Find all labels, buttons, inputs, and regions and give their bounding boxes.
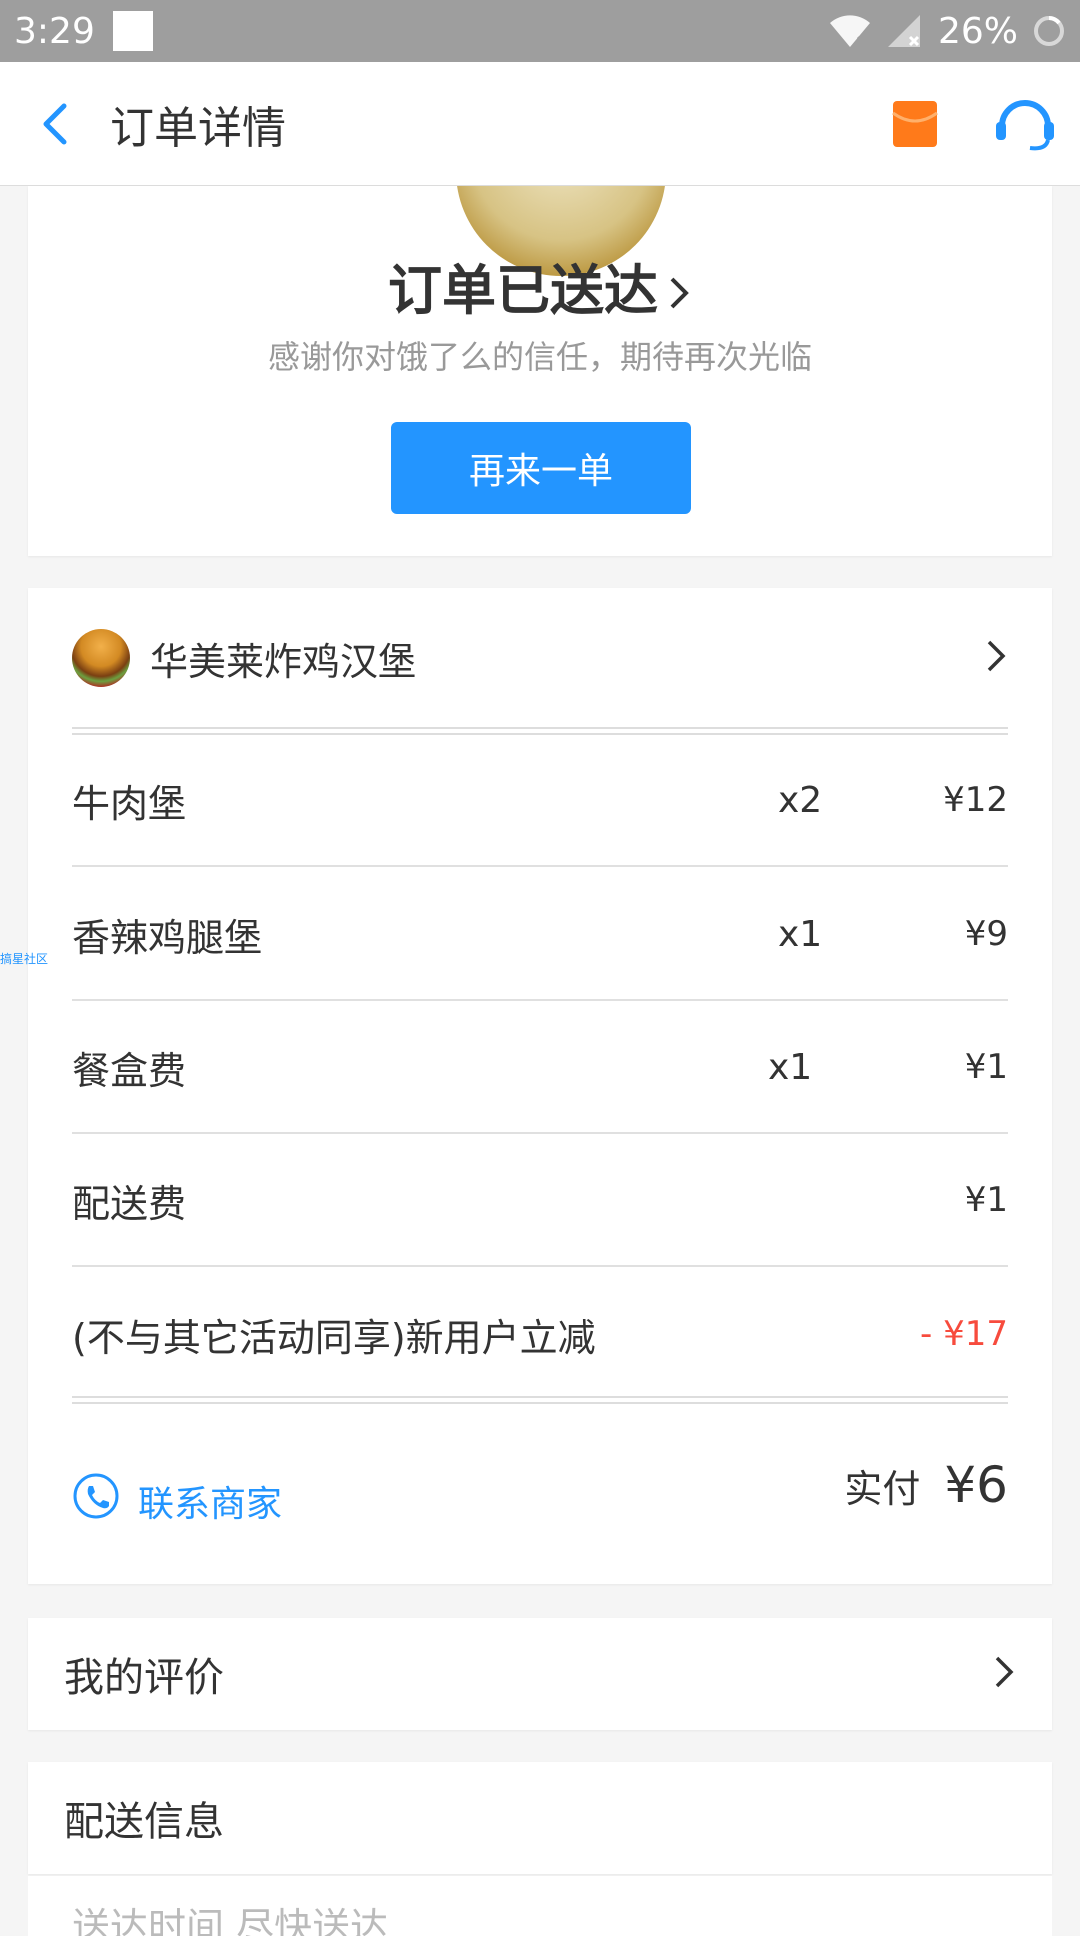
item-name: 餐盒费	[72, 1048, 187, 1093]
order-item-row: 配送费 ¥1	[72, 1135, 1008, 1267]
phone-icon	[72, 1472, 120, 1529]
item-price: ¥1	[964, 1047, 1008, 1087]
order-detail-card: 华美莱炸鸡汉堡 牛肉堡 x2 ¥12 香辣鸡腿堡 x1 ¥9 餐盒费 x1 ¥1…	[28, 588, 1052, 1584]
my-review-label: 我的评价	[64, 1655, 224, 1701]
paid-amount: ¥6	[944, 1456, 1008, 1514]
item-quantity: x2	[778, 779, 823, 821]
watermark-text: 搞星社区	[0, 952, 49, 966]
chevron-right-icon	[666, 263, 692, 326]
notification-icon	[112, 11, 153, 51]
item-name: 牛肉堡	[72, 781, 187, 826]
reorder-button[interactable]: 再来一单	[391, 422, 691, 514]
battery-icon	[1032, 14, 1066, 48]
page-title: 订单详情	[110, 102, 286, 154]
chevron-right-icon	[992, 1653, 1016, 1695]
item-quantity: x1	[778, 913, 823, 955]
order-item-row: 餐盒费 x1 ¥1	[72, 1002, 1008, 1134]
back-arrow-icon	[43, 103, 67, 144]
divider	[72, 727, 1008, 735]
wifi-icon	[828, 13, 872, 49]
order-status-subtitle: 感谢你对饿了么的信任，期待再次光临	[267, 338, 812, 376]
my-review-row[interactable]: 我的评价	[28, 1618, 1052, 1730]
discount-price: - ¥17	[920, 1314, 1008, 1354]
order-item-row: (不与其它活动同享)新用户立减 - ¥17	[72, 1268, 1008, 1400]
status-time: 3:29	[14, 10, 95, 52]
order-status-text: 订单已送达	[388, 259, 658, 322]
delivery-info-header: 配送信息	[28, 1762, 1052, 1874]
back-button[interactable]	[0, 62, 110, 186]
status-bar: 3:29 26%	[0, 0, 1080, 62]
item-name: 香辣鸡腿堡	[72, 915, 263, 960]
item-price: ¥12	[943, 780, 1008, 820]
order-item-row: 香辣鸡腿堡 x1 ¥9	[72, 869, 1008, 1001]
delivery-time-row: 送达时间 尽快送达	[28, 1876, 1052, 1936]
item-name: (不与其它活动同享)新用户立减	[72, 1315, 596, 1360]
contact-merchant-button[interactable]: 联系商家	[72, 1472, 282, 1529]
item-price: ¥1	[964, 1180, 1008, 1220]
cart-button[interactable]	[860, 62, 970, 186]
order-status-card: 订单已送达 感谢你对饿了么的信任，期待再次光临 再来一单	[28, 186, 1052, 556]
shop-logo	[72, 629, 130, 687]
customer-service-button[interactable]	[970, 62, 1080, 186]
chevron-right-icon	[984, 637, 1008, 679]
contact-merchant-label: 联系商家	[138, 1483, 283, 1525]
shopping-bag-icon	[892, 100, 938, 147]
headset-icon	[996, 99, 1054, 150]
paid-label: 实付	[844, 1467, 921, 1511]
paid-total: 实付 ¥6	[844, 1456, 1008, 1514]
battery-percent: 26%	[937, 10, 1018, 52]
item-price: ¥9	[964, 914, 1008, 954]
shop-name: 华美莱炸鸡汉堡	[150, 639, 417, 684]
order-item-row: 牛肉堡 x2 ¥12	[72, 735, 1008, 867]
delivery-info-label: 配送信息	[64, 1799, 224, 1845]
signal-icon	[886, 13, 924, 49]
item-quantity: x1	[768, 1046, 813, 1088]
delivery-time-text: 送达时间 尽快送达	[72, 1905, 389, 1936]
item-name: 配送费	[72, 1181, 187, 1226]
divider	[72, 1396, 1008, 1404]
app-bar: 订单详情	[0, 62, 1080, 186]
shop-row[interactable]: 华美莱炸鸡汉堡	[72, 588, 1008, 728]
order-status-title[interactable]: 订单已送达	[28, 246, 1052, 326]
